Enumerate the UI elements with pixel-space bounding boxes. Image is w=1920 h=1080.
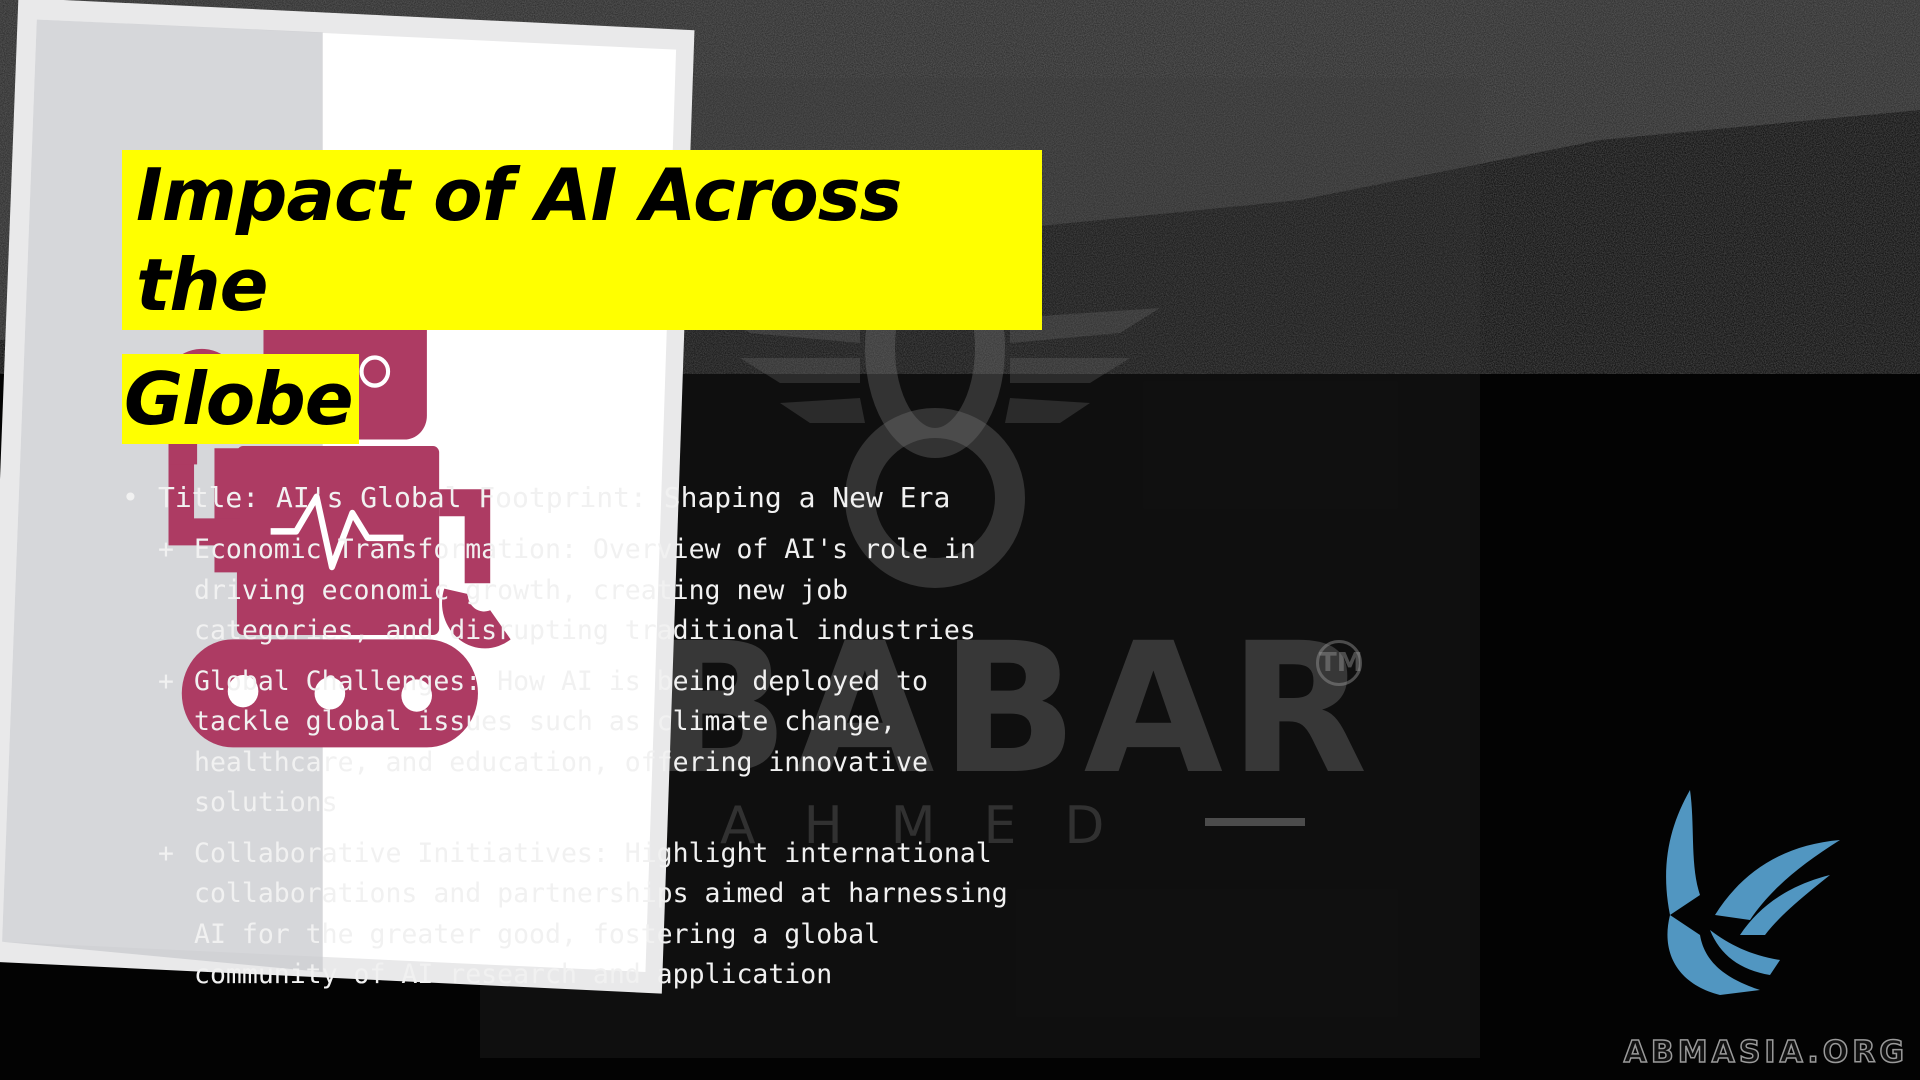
bird-logo-icon [1666, 790, 1840, 995]
sub-bullet-marker: + [158, 534, 174, 565]
slide-title: Impact of AI Across the Globe [122, 150, 1042, 468]
sub-bullet-collaborative: + Collaborative Initiatives: Highlight i… [158, 834, 1052, 996]
sub-bullet-text: Economic Transformation: Overview of AI'… [194, 534, 976, 646]
title-line-2: Globe [122, 354, 359, 444]
bullet-list: • Title: AI's Global Footprint: Shaping … [122, 478, 1052, 1006]
sub-bullet-text: Collaborative Initiatives: Highlight int… [194, 837, 1008, 991]
sub-bullet-challenges: + Global Challenges: How AI is being dep… [158, 662, 1052, 824]
slide: BABAR AHMED TM Impact of AI Across the G… [0, 0, 1920, 1080]
main-bullet: • Title: AI's Global Footprint: Shaping … [122, 478, 1052, 518]
bullet-marker: • [122, 481, 139, 514]
sub-bullet-marker: + [158, 837, 174, 869]
title-line-1: Impact of AI Across the [122, 150, 1042, 330]
sub-bullet-list: + Economic Transformation: Overview of A… [158, 530, 1052, 996]
sub-bullet-economic: + Economic Transformation: Overview of A… [158, 530, 1052, 652]
main-bullet-text: Title: AI's Global Footprint: Shaping a … [158, 481, 951, 514]
sub-bullet-text: Global Challenges: How AI is being deplo… [194, 665, 928, 819]
sub-bullet-marker: + [158, 665, 174, 697]
site-logo: ABMASIA.ORG [1623, 1034, 1908, 1071]
